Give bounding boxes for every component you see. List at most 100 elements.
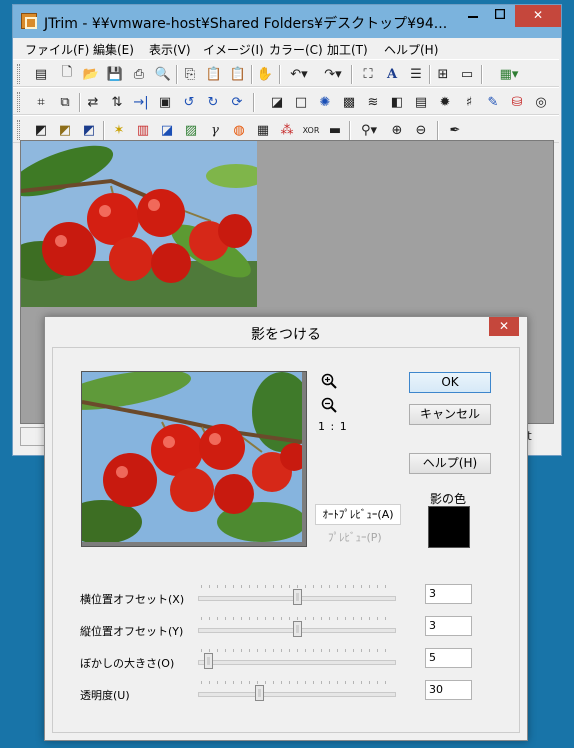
contrast-icon[interactable]: ◪ bbox=[157, 120, 177, 140]
opacity-input[interactable]: 30 bbox=[425, 680, 472, 700]
undo-icon[interactable]: ↶▾ bbox=[285, 64, 313, 84]
y-offset-slider[interactable] bbox=[198, 617, 396, 638]
text-icon[interactable]: A bbox=[382, 64, 402, 84]
zoom-icon[interactable]: ⚲▾ bbox=[355, 120, 383, 140]
help-button[interactable]: ヘルプ(H) bbox=[409, 453, 491, 474]
rotate-free-icon[interactable]: ⟳ bbox=[227, 92, 247, 112]
shadow-color-swatch[interactable] bbox=[428, 506, 470, 548]
effect-icon[interactable]: ✋ bbox=[255, 64, 275, 84]
mosaic-icon[interactable]: ▩ bbox=[339, 92, 359, 112]
slider-thumb[interactable] bbox=[255, 685, 264, 701]
toolbar-separator bbox=[79, 93, 81, 112]
palette-icon[interactable]: ▥ bbox=[133, 120, 153, 140]
dialog-title-bar[interactable]: 影をつける ✕ bbox=[45, 317, 527, 345]
flip-v-icon[interactable]: ⇅ bbox=[107, 92, 127, 112]
toolbar-grip[interactable] bbox=[17, 92, 20, 112]
toolbar-separator bbox=[351, 65, 353, 84]
shadow-icon[interactable]: ◪ bbox=[267, 92, 287, 112]
print-preview-icon[interactable]: 🔍 bbox=[153, 64, 173, 84]
zoom-in-icon[interactable]: ⊕ bbox=[387, 120, 407, 140]
gamma-icon[interactable]: γ bbox=[205, 120, 225, 140]
brush-icon[interactable]: ✎ bbox=[483, 92, 503, 112]
auto-preview-toggle[interactable]: ｵｰﾄﾌﾟﾚﾋﾞｭｰ(A) bbox=[315, 504, 401, 525]
sharpen-icon[interactable]: ✹ bbox=[435, 92, 455, 112]
toolbar-grip[interactable] bbox=[17, 64, 20, 84]
maximize-button[interactable] bbox=[486, 5, 513, 27]
fit-icon[interactable]: ⛶ bbox=[358, 64, 378, 84]
blur-size-input[interactable]: 5 bbox=[425, 648, 472, 668]
minimize-button[interactable] bbox=[459, 5, 486, 27]
sparkle-icon[interactable]: ✶ bbox=[109, 120, 129, 140]
menu-edit[interactable]: 編集(E) bbox=[93, 41, 134, 58]
slider-ticks bbox=[201, 617, 393, 620]
copy-icon[interactable]: ⎘ bbox=[180, 64, 200, 84]
bucket-icon[interactable]: ⛁ bbox=[507, 92, 527, 112]
gradient-icon[interactable]: ◩ bbox=[31, 120, 51, 140]
ok-button[interactable]: OK bbox=[409, 372, 491, 393]
emboss-icon[interactable]: ◧ bbox=[387, 92, 407, 112]
blur-icon[interactable]: ♯ bbox=[459, 92, 479, 112]
auto-crop-icon[interactable]: ⧉ bbox=[55, 92, 75, 112]
menu-color[interactable]: カラー(C) bbox=[269, 41, 323, 58]
menu-process[interactable]: 加工(T) bbox=[327, 41, 368, 58]
paste-new-icon[interactable]: 📋 bbox=[228, 64, 248, 84]
square-icon[interactable]: □ bbox=[291, 92, 311, 112]
flip-h-icon[interactable]: ⇄ bbox=[83, 92, 103, 112]
slider-ticks bbox=[201, 585, 393, 588]
film-icon[interactable]: ▭ bbox=[457, 64, 477, 84]
resize-icon[interactable]: →| bbox=[131, 92, 151, 112]
print-icon[interactable]: ⎙ bbox=[129, 64, 149, 84]
dialog-close-button[interactable]: ✕ bbox=[489, 317, 519, 336]
menu-view[interactable]: 表示(V) bbox=[149, 41, 191, 58]
menu-image[interactable]: イメージ(I) bbox=[203, 41, 264, 58]
eyedropper-icon[interactable]: ✒ bbox=[445, 120, 465, 140]
blur-size-slider[interactable] bbox=[198, 649, 396, 670]
x-offset-input[interactable]: 3 bbox=[425, 584, 472, 604]
x-offset-slider[interactable] bbox=[198, 585, 396, 606]
close-button[interactable]: ✕ bbox=[515, 5, 561, 27]
new-window-icon[interactable]: ▤ bbox=[31, 64, 51, 84]
crop-icon[interactable]: ⌗ bbox=[31, 92, 51, 112]
blur-size-label: ぼかしの大きさ(O) bbox=[80, 657, 175, 670]
new-icon[interactable]: 🗋 bbox=[57, 64, 77, 84]
slider-thumb[interactable] bbox=[204, 653, 213, 669]
paste-icon[interactable]: 📋 bbox=[204, 64, 224, 84]
rgb-icon[interactable]: ⁂ bbox=[277, 120, 297, 140]
zoom-out-icon[interactable] bbox=[320, 396, 338, 414]
levels-icon[interactable]: ▬ bbox=[325, 120, 345, 140]
align-icon[interactable]: ☰ bbox=[406, 64, 426, 84]
grid-icon[interactable]: ⊞ bbox=[433, 64, 453, 84]
dialog-body: 1 : 1 OK キャンセル ヘルプ(H) ｵｰﾄﾌﾟﾚﾋﾞｭｰ(A) ﾌﾟﾚﾋ… bbox=[52, 347, 520, 733]
menu-help[interactable]: ヘルプ(H) bbox=[384, 41, 438, 58]
zoom-out-icon[interactable]: ⊖ bbox=[411, 120, 431, 140]
swirl-icon[interactable]: ◎ bbox=[531, 92, 551, 112]
xor-icon[interactable]: XOR bbox=[301, 120, 321, 140]
spot-icon[interactable]: ✺ bbox=[315, 92, 335, 112]
rotate-left-icon[interactable]: ↺ bbox=[179, 92, 199, 112]
dither-icon[interactable]: ▦ bbox=[253, 120, 273, 140]
y-offset-input[interactable]: 3 bbox=[425, 616, 472, 636]
sepia-icon[interactable]: ◩ bbox=[55, 120, 75, 140]
toolbar-grip[interactable] bbox=[17, 120, 20, 140]
zoom-in-icon[interactable] bbox=[320, 372, 338, 390]
rotate-right-icon[interactable]: ↻ bbox=[203, 92, 223, 112]
wave-icon[interactable]: ≋ bbox=[363, 92, 383, 112]
cherry-image bbox=[21, 141, 257, 307]
redo-icon[interactable]: ↷▾ bbox=[319, 64, 347, 84]
color-wheel-icon[interactable]: ◍ bbox=[229, 120, 249, 140]
cancel-button[interactable]: キャンセル bbox=[409, 404, 491, 425]
image-icon[interactable]: ▨ bbox=[181, 120, 201, 140]
slider-thumb[interactable] bbox=[293, 621, 302, 637]
save-icon[interactable]: 💾 bbox=[105, 64, 125, 84]
gradient-blue-icon[interactable]: ◩ bbox=[79, 120, 99, 140]
open-icon[interactable]: 📂 bbox=[81, 64, 101, 84]
slider-thumb[interactable] bbox=[293, 589, 302, 605]
opacity-slider[interactable] bbox=[198, 681, 396, 702]
title-bar[interactable]: JTrim - ¥¥vmware-host¥Shared Folders¥デスク… bbox=[13, 5, 561, 38]
frame-icon[interactable]: ▣ bbox=[155, 92, 175, 112]
color-grid-icon[interactable]: ▦▾ bbox=[495, 64, 523, 84]
brick-icon[interactable]: ▤ bbox=[411, 92, 431, 112]
menu-file[interactable]: ファイル(F) bbox=[25, 41, 89, 58]
preview-button[interactable]: ﾌﾟﾚﾋﾞｭｰ(P) bbox=[328, 529, 382, 545]
shadow-dialog: 影をつける ✕ 1: 1 OK キャンセル ヘルプ(H) ｵｰﾄﾌﾟﾚﾋﾞｭｰ… bbox=[44, 316, 528, 741]
